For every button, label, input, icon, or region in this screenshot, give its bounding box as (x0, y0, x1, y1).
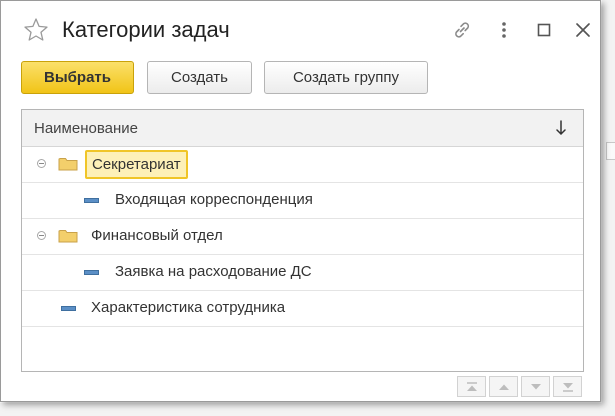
table-row[interactable]: Характеристика сотрудника (22, 291, 583, 327)
window-title: Категории задач (62, 17, 230, 42)
table-row[interactable]: Финансовый отдел (22, 219, 583, 255)
sort-down-arrow-icon[interactable] (555, 119, 567, 142)
next-page-icon[interactable] (521, 376, 550, 397)
table-row[interactable]: Секретариат (22, 147, 583, 183)
more-vertical-icon[interactable] (493, 19, 515, 41)
create-button[interactable]: Создать (147, 61, 252, 94)
create-group-button[interactable]: Создать группу (264, 61, 428, 94)
background-edge-right (602, 0, 615, 416)
table-header: Наименование (22, 110, 583, 147)
item-icon (84, 270, 99, 275)
link-icon[interactable] (451, 19, 473, 41)
row-label: Заявка на расходование ДС (115, 263, 312, 280)
table-row[interactable]: Входящая корреспонденция (22, 183, 583, 219)
column-header-name[interactable]: Наименование (34, 120, 138, 137)
dialog-window: Категории задач Выбрать Создать Создать … (0, 0, 601, 402)
row-label: Входящая корреспонденция (115, 191, 313, 208)
background-window-fragment (606, 142, 615, 160)
collapse-icon[interactable] (37, 159, 46, 168)
select-button[interactable]: Выбрать (21, 61, 134, 94)
row-label: Секретариат (85, 150, 188, 179)
item-icon (84, 198, 99, 203)
table-row[interactable]: Заявка на расходование ДС (22, 255, 583, 291)
row-label: Финансовый отдел (91, 227, 223, 244)
collapse-icon[interactable] (37, 231, 46, 240)
first-page-icon[interactable] (457, 376, 486, 397)
background-edge-bottom (0, 403, 602, 416)
close-icon[interactable] (572, 19, 594, 41)
maximize-icon[interactable] (533, 19, 555, 41)
folder-icon (58, 228, 78, 244)
row-label: Характеристика сотрудника (91, 299, 286, 316)
star-icon[interactable] (23, 17, 49, 43)
previous-page-icon[interactable] (489, 376, 518, 397)
last-page-icon[interactable] (553, 376, 582, 397)
item-icon (61, 306, 76, 311)
title-bar: Категории задач (1, 1, 600, 59)
folder-icon (58, 156, 78, 172)
categories-table: Наименование Секретариат Входящая коррес… (21, 109, 584, 372)
